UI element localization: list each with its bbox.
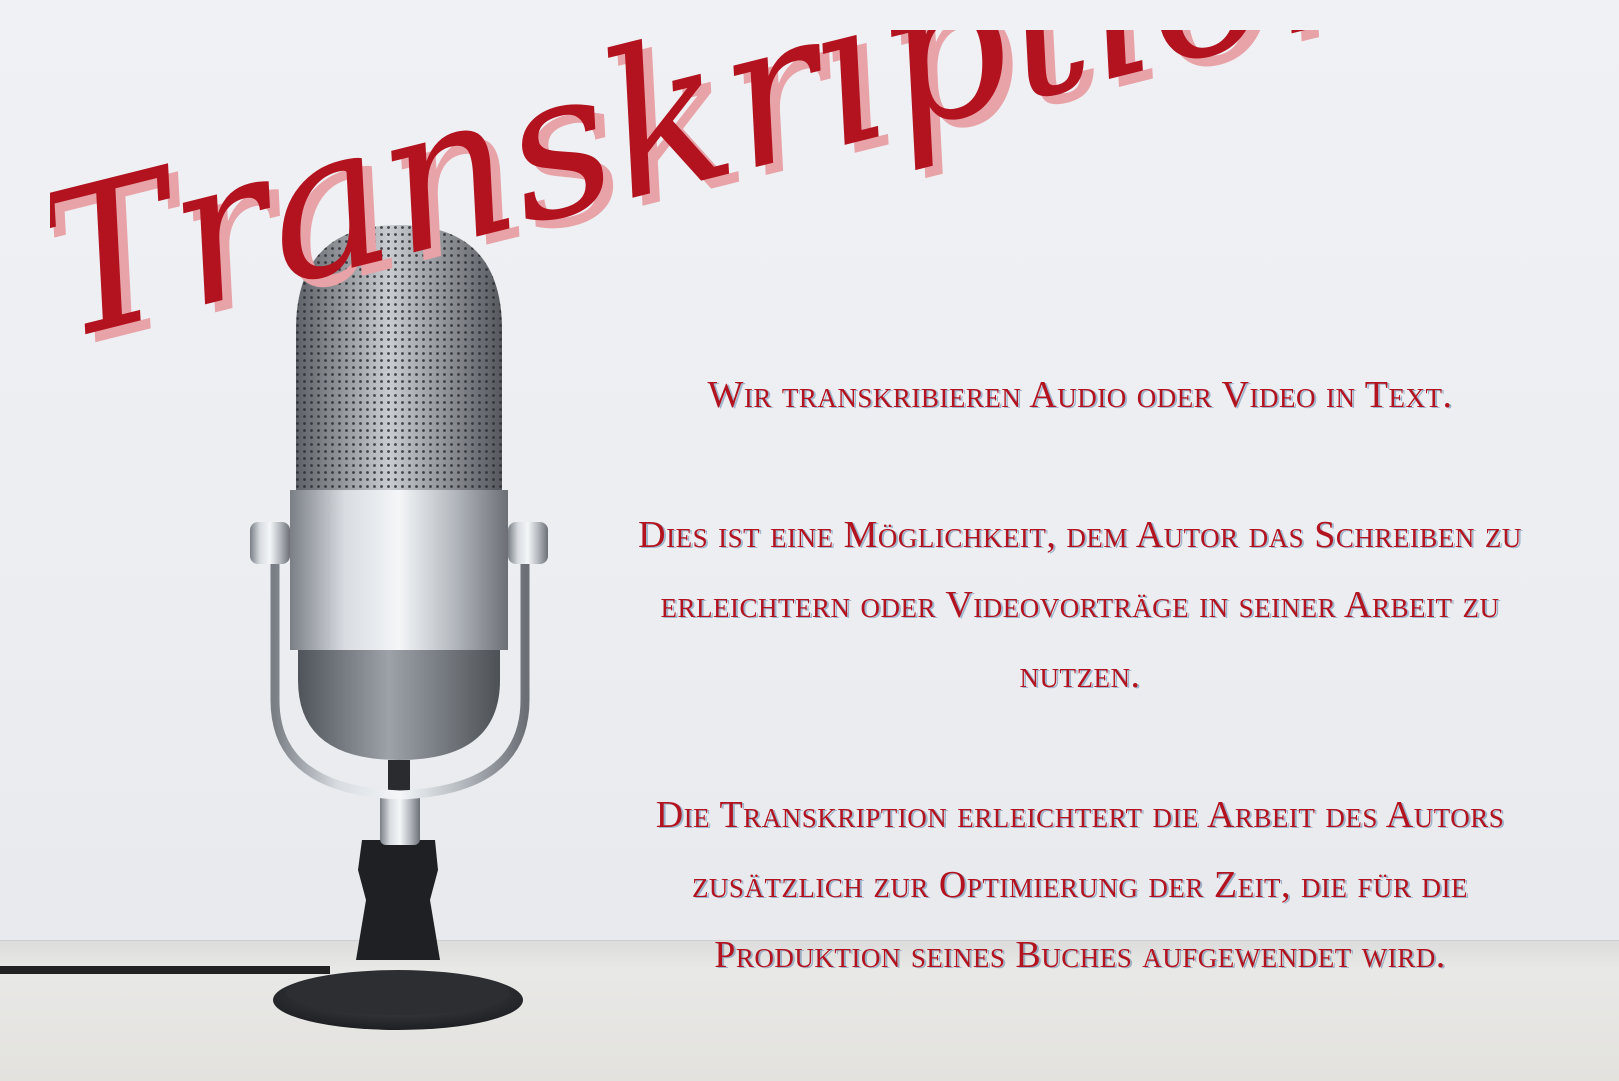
title-graphic: Transkription Transkription — [50, 30, 1350, 370]
description-block: Wir transkribieren Audio oder Video in T… — [600, 360, 1560, 990]
page-title: Transkription — [50, 30, 1350, 370]
paragraph-2: Dies ist eine Möglichkeit, dem Autor das… — [638, 514, 1522, 696]
paragraph-3: Die Transkription erleichtert die Arbeit… — [655, 794, 1505, 976]
paragraph-1: Wir transkribieren Audio oder Video in T… — [707, 374, 1453, 416]
